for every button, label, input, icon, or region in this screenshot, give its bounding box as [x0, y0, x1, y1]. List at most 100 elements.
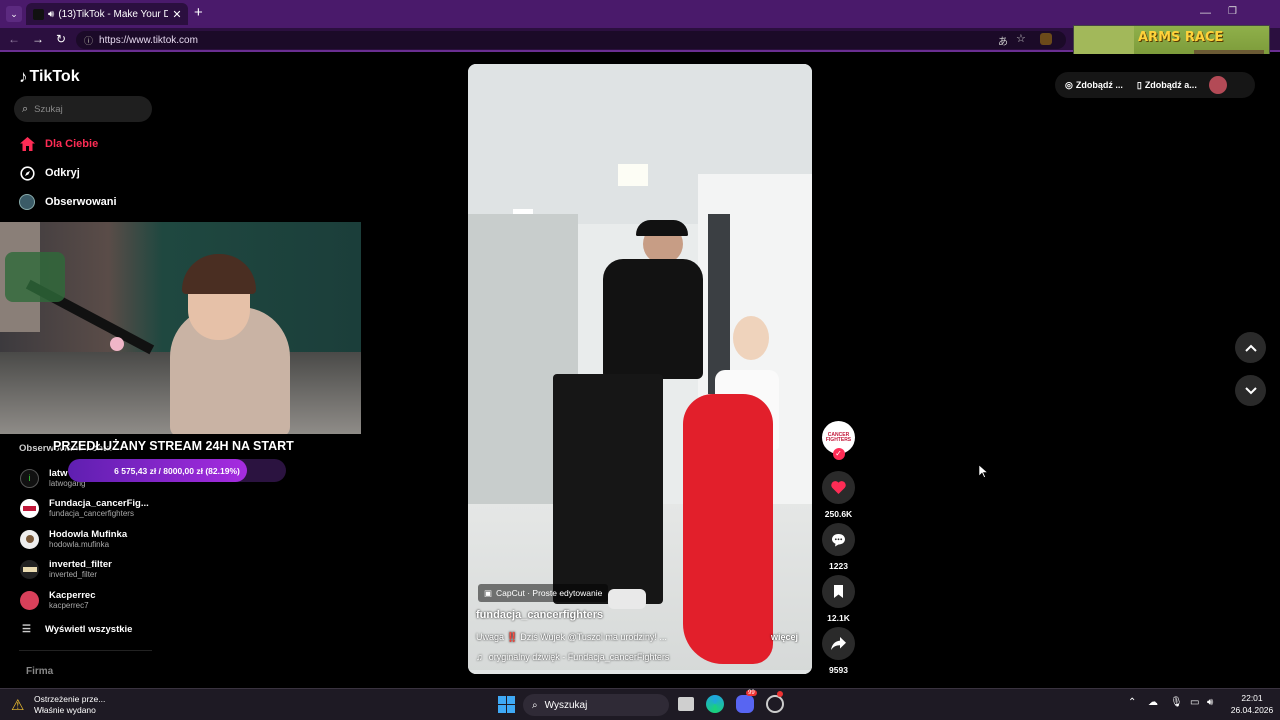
show-all-button[interactable]: ☰ Wyświetl wszystkie — [22, 624, 132, 635]
tab-list-chevron-icon[interactable]: ⌄ — [6, 6, 22, 22]
capcut-tag[interactable]: ▣ CapCut · Proste edytowanie — [478, 584, 609, 602]
video-author[interactable]: fundacja_cancerfighters — [476, 609, 603, 621]
caption-more-button[interactable]: więcej — [771, 632, 798, 642]
next-video-button[interactable] — [1235, 375, 1266, 406]
search-icon: ⌕ — [22, 102, 29, 115]
maximize-icon[interactable]: ❐ — [1228, 6, 1237, 17]
nav-following[interactable]: Obserwowani — [19, 194, 117, 210]
followed-account[interactable]: inverted_filter inverted_filter — [20, 558, 160, 582]
account-username: fundacja_cancerfighters — [49, 509, 134, 518]
comment-count: 1223 — [829, 561, 848, 571]
followed-account[interactable]: Kacperrec kacperrec7 — [20, 589, 160, 613]
taskbar-search[interactable]: ⌕ Wyszukaj — [523, 694, 669, 716]
followed-account[interactable]: Hodowla Mufinka hodowla.mufinka — [20, 528, 160, 552]
network-icon[interactable]: ▭ — [1190, 697, 1199, 708]
taskbar-search-label: Wyszukaj — [544, 699, 588, 711]
app-icon[interactable] — [766, 695, 784, 713]
share-button[interactable]: 9593 — [822, 627, 855, 675]
home-icon — [19, 136, 35, 152]
back-icon[interactable]: ← — [8, 32, 20, 46]
tab-close-icon[interactable]: ✕ — [172, 8, 181, 21]
comment-icon — [832, 533, 845, 546]
like-count: 250.6K — [824, 509, 853, 519]
video-player[interactable]: ▣ CapCut · Proste edytowanie fundacja_ca… — [468, 64, 812, 674]
account-username: inverted_filter — [49, 570, 98, 579]
discord-badge: 99 — [746, 690, 757, 696]
translate-icon[interactable]: あ — [998, 33, 1008, 48]
edge-browser-icon[interactable] — [706, 695, 724, 713]
get-coins-link[interactable]: Zdobądź ... — [1076, 80, 1123, 90]
save-count: 12.1K — [827, 613, 850, 623]
video-caption: Uwaga ‼️ Dziś Wujek @Tuszol ma urodziny!… — [476, 632, 667, 642]
new-tab-icon[interactable]: + — [194, 4, 203, 22]
tray-overflow-icon[interactable]: ⌃ — [1128, 697, 1136, 708]
site-info-icon[interactable]: ⓘ — [84, 34, 93, 47]
extension-icon[interactable] — [1040, 33, 1052, 45]
like-btn-circle[interactable] — [822, 471, 855, 504]
account-name: Hodowla Mufinka — [49, 529, 128, 540]
video-progress-bar[interactable] — [468, 670, 812, 674]
video-sound[interactable]: ♫ oryginalny dźwięk - Fundacja_cancerFig… — [476, 652, 669, 662]
search-input[interactable]: ⌕ Szukaj — [14, 96, 152, 122]
share-count: 9593 — [829, 665, 848, 675]
tab-title: (13)TikTok - Make Your Day — [58, 8, 169, 20]
comment-btn-circle[interactable] — [822, 523, 855, 556]
footer-company-link[interactable]: Firma — [26, 666, 53, 677]
author-avatar-button[interactable]: CANCER FIGHTERS ✓ — [822, 421, 855, 460]
nav-label: Dla Ciebie — [45, 138, 99, 150]
notification-title[interactable]: Ostrzeżenie prze... — [34, 694, 105, 704]
account-name: inverted_filter — [49, 559, 112, 570]
audio-playing-icon[interactable]: 🔊︎ — [48, 9, 54, 20]
search-icon: ⌕ — [532, 699, 538, 711]
video-door — [708, 214, 730, 394]
forward-icon[interactable]: → — [32, 32, 44, 46]
search-placeholder: Szukaj — [34, 103, 63, 115]
get-app-link[interactable]: Zdobądź a... — [1145, 80, 1197, 90]
comment-button[interactable]: 1223 — [822, 523, 855, 571]
save-button[interactable]: 12.1K — [822, 575, 855, 623]
show-all-label: Wyświetl wszystkie — [44, 624, 133, 635]
address-bar[interactable]: ⓘ https://www.tiktok.com — [76, 31, 1066, 49]
nav-explore[interactable]: Odkryj — [19, 165, 80, 181]
followed-account[interactable]: Fundacja_cancerFig... fundacja_cancerfig… — [20, 497, 160, 521]
profile-avatar[interactable] — [1208, 76, 1227, 94]
nav-for-you[interactable]: Dla Ciebie — [19, 136, 98, 152]
heart-icon — [831, 481, 846, 494]
share-arrow-icon — [831, 637, 846, 650]
reload-icon[interactable]: ↻ — [56, 32, 66, 46]
warning-icon[interactable]: ⚠ — [11, 696, 24, 714]
chevron-up-icon — [1244, 344, 1257, 352]
save-btn-circle[interactable] — [822, 575, 855, 608]
account-avatar — [20, 591, 39, 610]
minimize-icon[interactable]: — — [1200, 7, 1211, 19]
tiktok-logo[interactable]: ♪ TikTok — [19, 67, 80, 87]
nav-label: Obserwowani — [45, 196, 117, 208]
volume-icon[interactable]: 🔊︎ — [1207, 697, 1213, 708]
coins-icon: ◎ — [1065, 79, 1073, 90]
account-avatar — [20, 499, 39, 518]
follow-plus-icon[interactable]: ✓ — [832, 448, 845, 460]
like-button[interactable]: 250.6K — [822, 471, 855, 519]
clock-time: 22:01 — [1241, 693, 1263, 703]
sidebar-divider — [19, 650, 152, 651]
weather-icon[interactable]: ☁ — [1148, 697, 1158, 708]
start-button[interactable] — [498, 696, 515, 718]
video-man-shirt — [603, 259, 703, 379]
video-red-bag — [683, 394, 773, 664]
task-view-icon[interactable] — [678, 697, 694, 711]
account-avatar: i — [20, 469, 39, 488]
account-avatar — [20, 530, 39, 549]
chevron-down-icon — [1244, 386, 1257, 394]
favorite-star-icon[interactable]: ☆ — [1016, 32, 1026, 45]
following-avatar-icon — [19, 194, 35, 210]
browser-tab[interactable]: 🔊︎ (13)TikTok - Make Your Day ✕ — [26, 3, 188, 25]
share-btn-circle[interactable] — [822, 627, 855, 660]
ad-title: ARMS RACE — [1138, 30, 1224, 45]
video-man-cap — [636, 220, 688, 236]
list-icon: ☰ — [22, 624, 31, 635]
microphone-icon[interactable]: 🎙︎ — [1170, 697, 1183, 708]
clock[interactable]: 22:01 26.04.2026 — [1230, 693, 1274, 715]
windows-logo-icon — [498, 696, 515, 713]
previous-video-button[interactable] — [1235, 332, 1266, 363]
discord-icon[interactable] — [736, 695, 754, 713]
